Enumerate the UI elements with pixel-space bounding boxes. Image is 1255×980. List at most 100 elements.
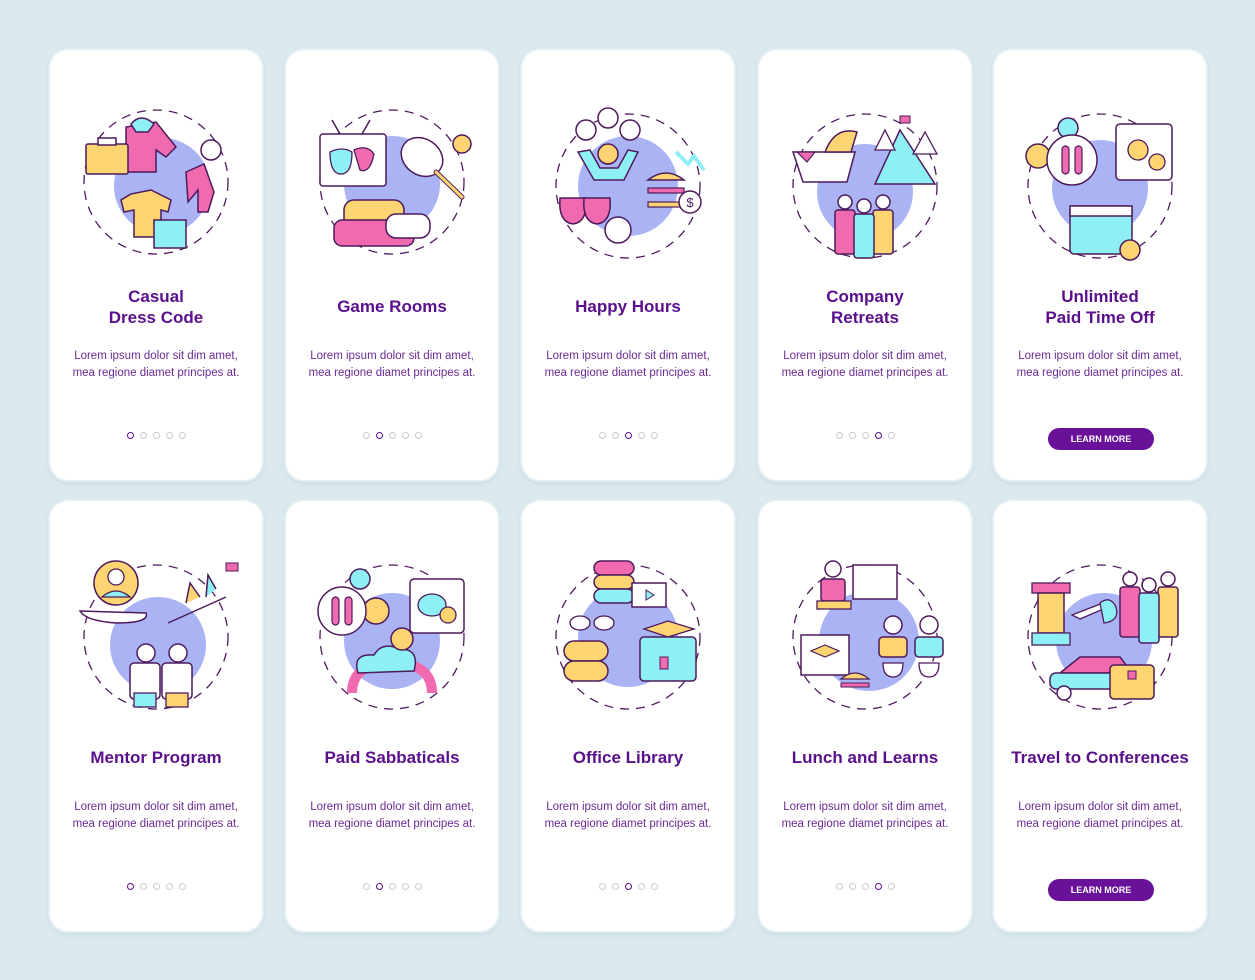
onboarding-card-company-retreats: Company Retreats Lorem ipsum dolor sit d… — [759, 50, 971, 480]
card-title-line: Dress Code — [108, 308, 204, 327]
pagination-dot[interactable] — [388, 432, 396, 439]
card-title-line: Mentor Program — [90, 748, 222, 767]
retreat-icon — [791, 113, 939, 259]
card-title-line: Happy Hours — [575, 297, 681, 316]
onboarding-card-travel-to-conferences: Travel to Conferences Lorem ipsum dolor … — [994, 501, 1206, 931]
pagination-dot[interactable] — [874, 883, 882, 890]
card-title-line: Travel to Conferences — [1011, 748, 1189, 767]
card-title-line: Office Library — [572, 748, 684, 767]
card-title-line: Game Rooms — [337, 297, 447, 316]
pagination-dot[interactable] — [414, 432, 422, 439]
pagination-dots — [50, 883, 262, 890]
clothing-icon — [83, 109, 229, 255]
card-description: Lorem ipsum dolor sit dim amet, mea regi… — [1016, 350, 1184, 379]
pagination-dot[interactable] — [388, 883, 396, 890]
learn-more-button[interactable]: LEARN MORE — [1048, 879, 1154, 901]
happy-hour-icon: $ — [555, 107, 706, 259]
card-title: Office Library — [528, 747, 728, 768]
card-title: Travel to Conferences — [1000, 747, 1200, 768]
pagination-dot[interactable] — [362, 432, 370, 439]
pagination-dot[interactable] — [848, 883, 856, 890]
pagination-dots — [50, 432, 262, 439]
card-title: Mentor Program — [56, 747, 256, 768]
card-description: Lorem ipsum dolor sit dim amet, mea regi… — [72, 350, 240, 379]
pagination-dot[interactable] — [835, 883, 843, 890]
pagination-dot[interactable] — [598, 883, 606, 890]
pagination-dot[interactable] — [401, 883, 409, 890]
sabbatical-icon — [317, 564, 465, 710]
pagination-dot[interactable] — [624, 883, 632, 890]
onboarding-card-unlimited-pto: Unlimited Paid Time Off Lorem ipsum dolo… — [994, 50, 1206, 480]
onboarding-card-office-library: Office Library Lorem ipsum dolor sit dim… — [522, 501, 734, 931]
onboarding-card-game-rooms: Game Rooms Lorem ipsum dolor sit dim ame… — [286, 50, 498, 480]
card-description: Lorem ipsum dolor sit dim amet, mea regi… — [308, 801, 476, 830]
card-description: Lorem ipsum dolor sit dim amet, mea regi… — [544, 350, 712, 379]
onboarding-card-paid-sabbaticals: Paid Sabbaticals Lorem ipsum dolor sit d… — [286, 501, 498, 931]
pagination-dot[interactable] — [126, 432, 134, 439]
svg-text:$: $ — [686, 195, 694, 210]
pagination-dot[interactable] — [611, 432, 619, 439]
pagination-dot[interactable] — [139, 432, 147, 439]
pagination-dot[interactable] — [887, 432, 895, 439]
card-description: Lorem ipsum dolor sit dim amet, mea regi… — [308, 350, 476, 379]
pagination-dot[interactable] — [861, 883, 869, 890]
pagination-dot[interactable] — [650, 432, 658, 439]
pagination-dot[interactable] — [637, 432, 645, 439]
card-title-line: Paid Sabbaticals — [324, 748, 460, 767]
pagination-dot[interactable] — [848, 432, 856, 439]
card-title: Casual Dress Code — [56, 286, 256, 328]
pagination-dot[interactable] — [139, 883, 147, 890]
card-description: Lorem ipsum dolor sit dim amet, mea regi… — [72, 801, 240, 830]
mentor-icon — [78, 560, 239, 710]
pagination-dot[interactable] — [375, 432, 383, 439]
pagination-dot[interactable] — [598, 432, 606, 439]
card-title: Lunch and Learns — [765, 747, 965, 768]
pagination-dot[interactable] — [362, 883, 370, 890]
card-title: Company Retreats — [765, 286, 965, 328]
card-title: Paid Sabbaticals — [292, 747, 492, 768]
card-description: Lorem ipsum dolor sit dim amet, mea regi… — [781, 801, 949, 830]
pagination-dots — [522, 432, 734, 439]
card-description: Lorem ipsum dolor sit dim amet, mea regi… — [781, 350, 949, 379]
pagination-dots — [286, 883, 498, 890]
card-title-line: Paid Time Off — [1045, 308, 1155, 327]
pagination-dot[interactable] — [650, 883, 658, 890]
pagination-dots — [759, 432, 971, 439]
pagination-dot[interactable] — [835, 432, 843, 439]
card-description: Lorem ipsum dolor sit dim amet, mea regi… — [1016, 801, 1184, 830]
travel-icon — [1027, 564, 1179, 710]
card-title: Game Rooms — [292, 296, 492, 317]
card-title-line: Unlimited — [1061, 287, 1139, 306]
onboarding-card-mentor-program: Mentor Program Lorem ipsum dolor sit dim… — [50, 501, 262, 931]
pagination-dot[interactable] — [414, 883, 422, 890]
card-title-line: Lunch and Learns — [791, 748, 939, 767]
pagination-dot[interactable] — [126, 883, 134, 890]
learn-more-button[interactable]: LEARN MORE — [1048, 428, 1154, 450]
pagination-dot[interactable] — [178, 432, 186, 439]
pagination-dot[interactable] — [375, 883, 383, 890]
pagination-dot[interactable] — [874, 432, 882, 439]
library-icon — [555, 560, 701, 710]
pagination-dot[interactable] — [152, 883, 160, 890]
card-title-line: Casual — [128, 287, 184, 306]
pagination-dot[interactable] — [887, 883, 895, 890]
card-title: Unlimited Paid Time Off — [1000, 286, 1200, 328]
pagination-dot[interactable] — [637, 883, 645, 890]
lunch-learn-icon — [792, 560, 944, 710]
card-title-line: Retreats — [830, 308, 900, 327]
pagination-dots — [522, 883, 734, 890]
onboarding-card-lunch-and-learns: Lunch and Learns Lorem ipsum dolor sit d… — [759, 501, 971, 931]
pagination-dot[interactable] — [624, 432, 632, 439]
pagination-dot[interactable] — [152, 432, 160, 439]
onboarding-card-happy-hours: $ Happy Hours Lorem ipsum dolor sit dim … — [522, 50, 734, 480]
pagination-dot[interactable] — [165, 883, 173, 890]
onboarding-card-casual-dress-code: Casual Dress Code Lorem ipsum dolor sit … — [50, 50, 262, 480]
card-description: Lorem ipsum dolor sit dim amet, mea regi… — [544, 801, 712, 830]
pagination-dot[interactable] — [861, 432, 869, 439]
pagination-dot[interactable] — [178, 883, 186, 890]
game-room-icon — [319, 109, 472, 255]
pagination-dot[interactable] — [401, 432, 409, 439]
pagination-dot[interactable] — [165, 432, 173, 439]
card-title: Happy Hours — [528, 296, 728, 317]
pagination-dot[interactable] — [611, 883, 619, 890]
